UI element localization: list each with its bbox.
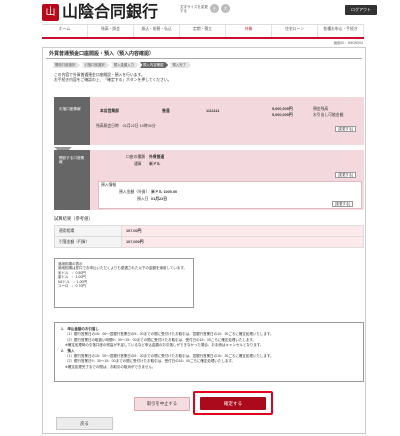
notice-box: 1. 申込金額のお引落し （1）銀行営業日の15：00〜翌銀行営業日の9：30ま… [54,322,364,382]
back-button[interactable]: 戻る [56,417,113,430]
deposit-info-box: 預入情報 預入金額（外貨） 米ドル 1000.00 預入日 01月22日 [変更… [98,181,362,209]
logout-button[interactable]: ログアウト [345,5,377,15]
deposit-amount-label: 預入金額（外貨） [119,190,150,194]
currency-label: 通貨 [134,162,142,166]
change-debit-button[interactable]: [変更する] [335,126,357,132]
account-type-value: 外貨普通 [149,155,165,159]
screen-id: 画面ID：IMKW004 [333,41,363,45]
nav-underline [42,37,364,39]
table-row: 適用相場 107.00円 [54,225,364,237]
instruction-line: お手続き内容をご確認の上、「確定する」ボタンを押してください。 [54,77,172,82]
logo-mark-icon: 山 [42,3,59,21]
notice-text: （1）銀行営業日の15：00〜翌銀行営業日の9：30までの間に受付けたお取引は、… [65,332,274,337]
font-size-small-button[interactable]: 小 [210,4,219,13]
currency-value: 米ドル [149,162,161,166]
step-indicator: 開設口座選択 引落口座選択 預入金額入力 預入内容確認 預入完了 [52,62,192,68]
debit-balance-label: 預金残高 [313,107,329,111]
notice-text: ※確定処理完了までの間は、お取引の取消ができません。 [65,364,156,369]
debit-account-type: 普通 [162,109,170,113]
debit-balance: 5,000,000円 [272,107,293,111]
debit-account-section: 引落口座情報 本店営業部 普通 1111111 5,000,000円 預金残高 … [54,97,364,145]
change-account-button[interactable]: [変更する] [335,172,357,178]
estimate-table: 適用相場 107.00円 引落金額（円貨） 107,000円 [54,225,364,248]
deposit-date-value: 01月22日 [151,197,168,201]
estimate-title: 試算結果（参考値） [54,216,93,221]
debit-amount-value: 107,000円 [121,236,364,248]
open-section-header: 開設する口座情報 [54,150,90,210]
step-3: 預入金額入力 [110,62,140,68]
debit-available: 5,000,000円 [272,113,293,117]
deposit-amount-value: 米ドル 1000.00 [151,190,178,194]
step-5: 預入完了 [169,62,191,68]
debit-balance-datetime: 残高照会日時 01月22日 10時00分 [96,124,156,128]
font-size-label: 文字サイズを変更する [180,4,208,13]
bank-logo[interactable]: 山 山陰合同銀行 [42,2,158,22]
debit-section-header: 引落口座情報 [54,97,90,145]
notice-text: ※確定処理時の引落口座の残高が不足しているなど申込金額のお引落しができなかった場… [65,343,264,348]
font-size-control: 文字サイズを変更する 小 大 [180,4,230,13]
bank-name: 山陰合同銀行 [62,2,159,21]
font-size-large-button[interactable]: 大 [221,4,230,13]
deposit-date-label: 預入日 [137,197,149,201]
change-deposit-button[interactable]: [変更する] [332,201,354,207]
account-type-label: 口座の種類 [126,155,145,159]
table-row: 引落金額（円貨） 107,000円 [54,236,364,248]
open-account-section: 開設する口座情報 口座の種類 外貨普通 通貨 米ドル [変更する] 預入情報 預… [54,150,364,210]
deposit-info-header: 預入情報 [101,183,117,187]
notice-heading: 1. 申込金額のお引落し [61,327,99,331]
debit-amount-key: 引落金額（円貨） [54,236,122,248]
debit-available-label: お引出し可能金額 [313,113,344,117]
notice-heading: 2. 預入 [61,348,75,353]
debit-account-number: 1111111 [206,109,220,113]
step-4-current: 預入内容確認 [140,62,169,68]
rate-key: 適用相場 [54,225,122,237]
step-2: 引落口座選択 [81,62,110,68]
cancel-transaction-button[interactable]: 取引を中止する [134,397,190,411]
notice-text: （1）銀行営業日の15：00〜翌銀行営業日の9：30までの間に受付けたお取引は、… [65,353,274,358]
confirm-button[interactable]: 確定する [200,397,266,410]
instructions: この内容で外貨普通預金口座開設・預入を行います。 お手続き内容をご確認の上、「確… [54,73,171,82]
step-1: 開設口座選択 [52,62,81,68]
rate-info-box: 適用相場の表示 適用相場は窓口でお申込いただくよりも優遇された以下の金額を適用し… [54,258,194,308]
header: 山 山陰合同銀行 文字サイズを変更する 小 大 ログアウト [0,0,400,24]
notice-text: （2）銀行営業日9：30〜15：00までの間に受付けたお取引は、受付日の15：0… [65,359,236,364]
rate-item: ユーロ ：0.70円 [58,283,86,288]
notice-text: （2）銀行営業日の取扱い時間9：30〜15：00までの間に受付けたお取引は、受付… [65,337,257,342]
debit-branch: 本店営業部 [100,109,119,113]
confirm-highlight: 確定する [193,391,273,415]
rate-value: 107.00円 [121,225,364,237]
page-title: 外貨普通預金口座開設・預入（預入内容確認） [46,50,362,59]
global-nav: ホーム 残高・照会 振込・振替・払込 定期・積立 外貨 住宅ローン 各種お申込・… [42,24,364,38]
